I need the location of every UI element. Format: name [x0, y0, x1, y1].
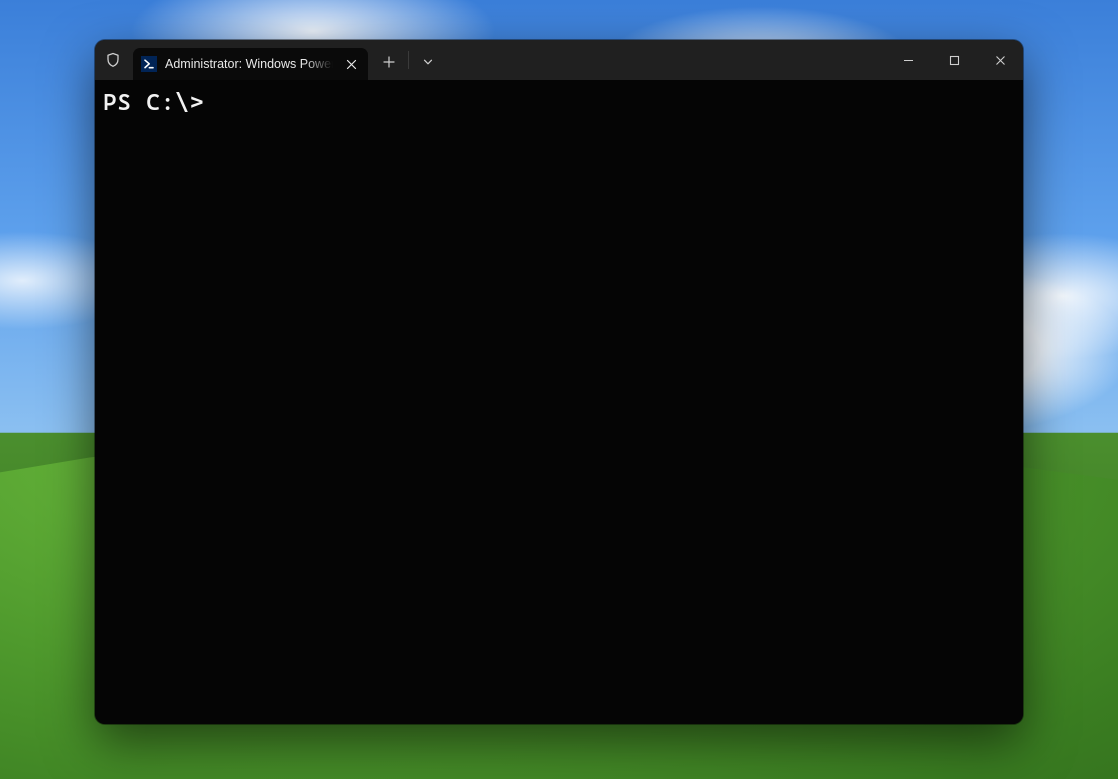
- prompt: PS C:\>: [103, 90, 219, 116]
- maximize-icon: [949, 55, 960, 66]
- titlebar[interactable]: Administrator: Windows PowerShell: [95, 40, 1023, 80]
- separator: [408, 51, 409, 69]
- minimize-icon: [903, 55, 914, 66]
- powershell-icon: [141, 56, 157, 72]
- tab-dropdown-button[interactable]: [411, 46, 445, 78]
- close-window-button[interactable]: [977, 40, 1023, 80]
- chevron-down-icon: [423, 57, 433, 67]
- close-icon: [995, 55, 1006, 66]
- admin-shield-icon: [95, 40, 131, 80]
- close-icon: [346, 59, 357, 70]
- titlebar-drag-region[interactable]: [445, 40, 885, 80]
- tab-title: Administrator: Windows PowerShell: [165, 57, 340, 71]
- minimize-button[interactable]: [885, 40, 931, 80]
- terminal-window: Administrator: Windows PowerShell: [95, 40, 1023, 724]
- plus-icon: [383, 56, 395, 68]
- window-controls: [885, 40, 1023, 80]
- terminal-body[interactable]: PS C:\>: [95, 80, 1023, 724]
- new-tab-button[interactable]: [372, 46, 406, 78]
- desktop-wallpaper: Administrator: Windows PowerShell: [0, 0, 1118, 779]
- tab-actions: [368, 40, 445, 80]
- tab-powershell[interactable]: Administrator: Windows PowerShell: [133, 48, 368, 80]
- maximize-button[interactable]: [931, 40, 977, 80]
- tab-close-button[interactable]: [340, 53, 362, 75]
